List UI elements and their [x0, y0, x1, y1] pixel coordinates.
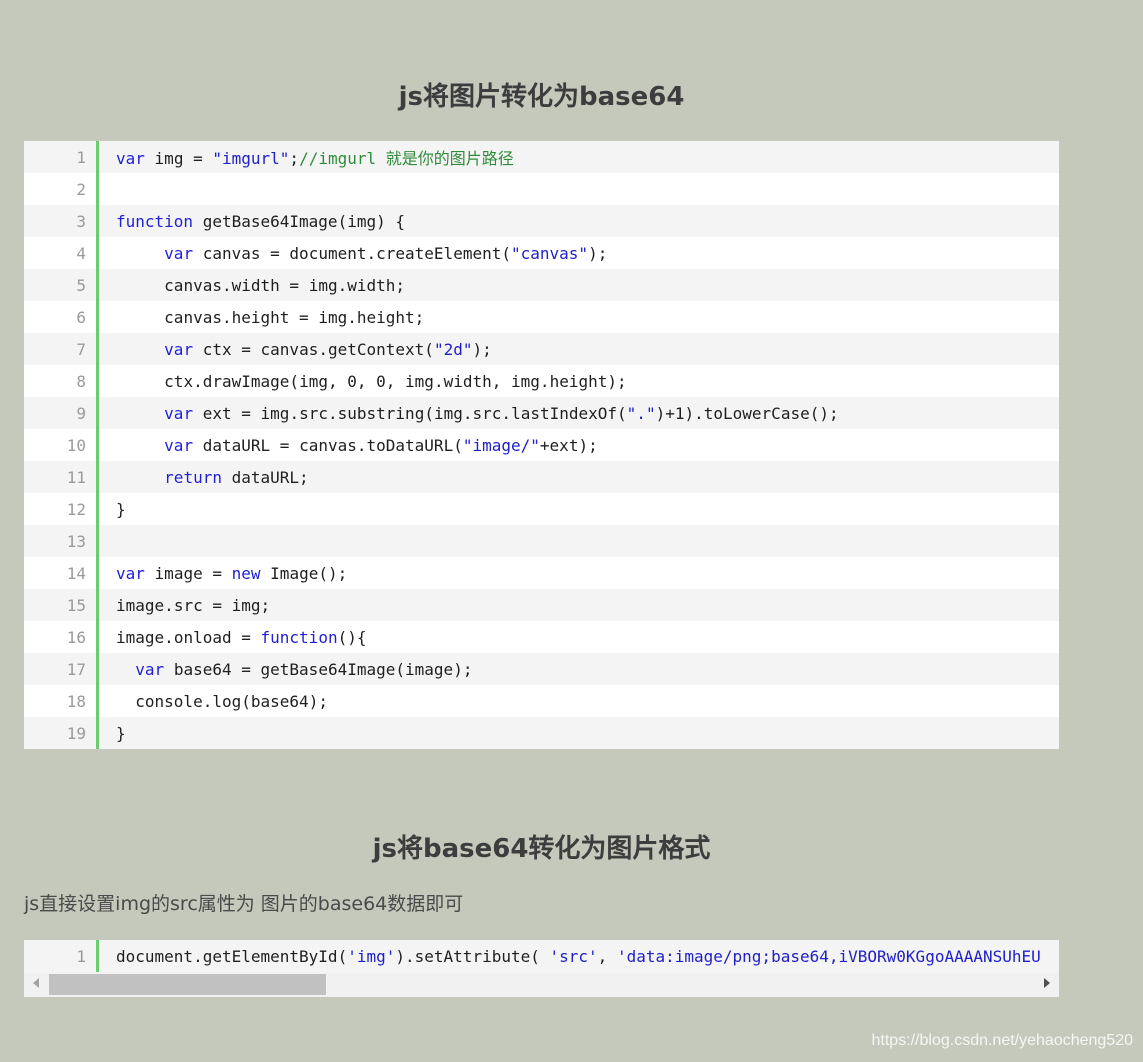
line-number: 17: [66, 659, 86, 679]
code-line: 18 console.log(base64);: [24, 685, 1059, 717]
line-number: 19: [66, 723, 86, 743]
line-number: 7: [76, 339, 86, 359]
line-number: 8: [76, 371, 86, 391]
line-number: 15: [66, 595, 86, 615]
code-line: 1 document.getElementById('img').setAttri…: [24, 940, 1059, 972]
code-line: 4 var canvas = document.createElement("c…: [24, 237, 1059, 269]
line-number: 12: [66, 499, 86, 519]
code-line: 5 canvas.width = img.width;: [24, 269, 1059, 301]
line-number: 10: [66, 435, 86, 455]
code-line: 14 var image = new Image();: [24, 557, 1059, 589]
code-text: var dataURL = canvas.toDataURL("image/"+…: [164, 435, 598, 455]
line-number: 4: [76, 243, 86, 263]
code-block-base64-to-image[interactable]: 1 document.getElementById('img').setAttri…: [24, 940, 1059, 997]
code-line: 1 var img = "imgurl";//imgurl 就是你的图片路径: [24, 141, 1059, 173]
code-line: 11 return dataURL;: [24, 461, 1059, 493]
code-line: 3 function getBase64Image(img) {: [24, 205, 1059, 237]
code-text: document.getElementById('img').setAttrib…: [116, 946, 1041, 966]
code-text: }: [116, 723, 126, 743]
gutter-accent-bar: [96, 173, 99, 205]
line-number: 16: [66, 627, 86, 647]
code-line: 13: [24, 525, 1059, 557]
code-text: }: [116, 499, 126, 519]
code-text: return dataURL;: [164, 467, 309, 487]
code-text: ctx.drawImage(img, 0, 0, img.width, img.…: [164, 371, 627, 391]
code-line: 8 ctx.drawImage(img, 0, 0, img.width, im…: [24, 365, 1059, 397]
code-line: 7 var ctx = canvas.getContext("2d");: [24, 333, 1059, 365]
line-number: 13: [66, 531, 86, 551]
code-text: image.src = img;: [116, 595, 271, 615]
chevron-left-icon[interactable]: [33, 978, 39, 988]
code-line: 9 var ext = img.src.substring(img.src.la…: [24, 397, 1059, 429]
code-text: var base64 = getBase64Image(image);: [135, 659, 473, 679]
code-text: image.onload = function(){: [116, 627, 367, 647]
code-line: 10 var dataURL = canvas.toDataURL("image…: [24, 429, 1059, 461]
code-text: console.log(base64);: [135, 691, 328, 711]
code-text: var image = new Image();: [116, 563, 348, 583]
code-line: 17 var base64 = getBase64Image(image);: [24, 653, 1059, 685]
code-text: var ext = img.src.substring(img.src.last…: [164, 403, 839, 423]
code-block-image-to-base64: 1 var img = "imgurl";//imgurl 就是你的图片路径 2 3 f…: [24, 141, 1059, 749]
code-line: 2: [24, 173, 1059, 205]
line-number: 1: [76, 946, 86, 966]
code-line: 16 image.onload = function(){: [24, 621, 1059, 653]
scroll-thumb[interactable]: [49, 974, 326, 995]
line-number: 6: [76, 307, 86, 327]
line-number: 14: [66, 563, 86, 583]
code-line: 12}: [24, 493, 1059, 525]
code-line: 6 canvas.height = img.height;: [24, 301, 1059, 333]
line-number: 18: [66, 691, 86, 711]
line-number: 5: [76, 275, 86, 295]
watermark: https://blog.csdn.net/yehaocheng520: [871, 1032, 1133, 1049]
code-line: 15 image.src = img;: [24, 589, 1059, 621]
code-text: canvas.height = img.height;: [164, 307, 425, 327]
code-text: canvas.width = img.width;: [164, 275, 406, 295]
line-number: 9: [76, 403, 86, 423]
code-text: var img = "imgurl";//imgurl 就是你的图片路径: [116, 149, 514, 168]
line-number: 11: [66, 467, 86, 487]
line-number: 3: [76, 211, 86, 231]
code-line: 19}: [24, 717, 1059, 749]
section-heading-image-to-base64: js将图片转化为base64: [398, 82, 685, 112]
gutter-accent-bar: [96, 525, 99, 557]
section-heading-base64-to-image: js将base64转化为图片格式: [372, 834, 711, 864]
code-text: var ctx = canvas.getContext("2d");: [164, 339, 492, 359]
line-number: 2: [76, 179, 86, 199]
chevron-right-icon[interactable]: [1044, 978, 1050, 988]
horizontal-scrollbar[interactable]: [24, 973, 1059, 997]
code-text: function getBase64Image(img) {: [116, 211, 406, 231]
section-paragraph: js直接设置img的src属性为 图片的base64数据即可: [24, 893, 464, 915]
code-text: var canvas = document.createElement("can…: [164, 243, 608, 263]
line-number: 1: [76, 147, 86, 167]
